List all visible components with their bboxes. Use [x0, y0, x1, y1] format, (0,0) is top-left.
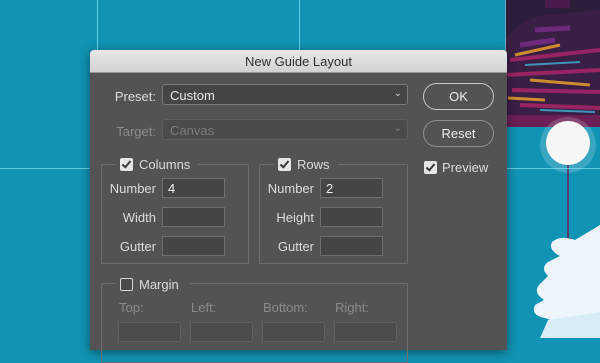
- columns-label: Columns: [139, 157, 191, 172]
- margin-bottom-input: [262, 322, 325, 342]
- columns-checkbox[interactable]: [120, 158, 133, 171]
- rows-label: Rows: [297, 157, 330, 172]
- dialog-title: New Guide Layout: [245, 54, 352, 69]
- reset-button[interactable]: Reset: [423, 120, 494, 147]
- margin-right-label: Right:: [335, 300, 369, 315]
- columns-gutter-label: Gutter: [119, 239, 156, 254]
- preview-label: Preview: [442, 160, 489, 175]
- rows-checkbox[interactable]: [278, 158, 291, 171]
- columns-number-label: Number: [109, 181, 156, 196]
- columns-header: Columns: [116, 156, 198, 172]
- rows-gutter-input[interactable]: [320, 236, 383, 256]
- margin-checkbox[interactable]: [120, 278, 133, 291]
- margin-left-input: [190, 322, 253, 342]
- target-label: Target:: [116, 124, 156, 139]
- target-select: Canvas ⌄: [162, 119, 408, 140]
- dialog-titlebar[interactable]: New Guide Layout: [90, 50, 507, 73]
- columns-width-input[interactable]: [162, 207, 225, 227]
- margin-right-input: [334, 322, 397, 342]
- rows-number-label: Number: [267, 181, 314, 196]
- margin-label: Margin: [139, 277, 179, 292]
- preset-value: Custom: [170, 88, 215, 103]
- chevron-down-icon: ⌄: [393, 123, 402, 134]
- preset-label: Preset:: [114, 89, 156, 104]
- light-bulb: [546, 121, 590, 165]
- margin-top-input: [118, 322, 181, 342]
- rows-height-label: Height: [276, 210, 314, 225]
- new-guide-layout-dialog: New Guide Layout Preset: Custom ⌄ Target…: [90, 50, 507, 363]
- preset-select[interactable]: Custom ⌄: [162, 84, 408, 105]
- rows-height-input[interactable]: [320, 207, 383, 227]
- margin-bottom-label: Bottom:: [263, 300, 308, 315]
- columns-gutter-input[interactable]: [162, 236, 225, 256]
- rows-gutter-label: Gutter: [277, 239, 314, 254]
- columns-number-input[interactable]: 4: [162, 178, 225, 198]
- rows-number-input[interactable]: 2: [320, 178, 383, 198]
- margin-left-label: Left:: [191, 300, 217, 315]
- margin-top-label: Top:: [119, 300, 144, 315]
- preview-checkbox[interactable]: [424, 161, 437, 174]
- columns-width-label: Width: [122, 210, 156, 225]
- chevron-down-icon: ⌄: [393, 88, 402, 99]
- margin-header: Margin: [116, 276, 190, 292]
- ok-button[interactable]: OK: [423, 83, 494, 110]
- rows-header: Rows: [274, 156, 338, 172]
- target-value: Canvas: [170, 123, 215, 138]
